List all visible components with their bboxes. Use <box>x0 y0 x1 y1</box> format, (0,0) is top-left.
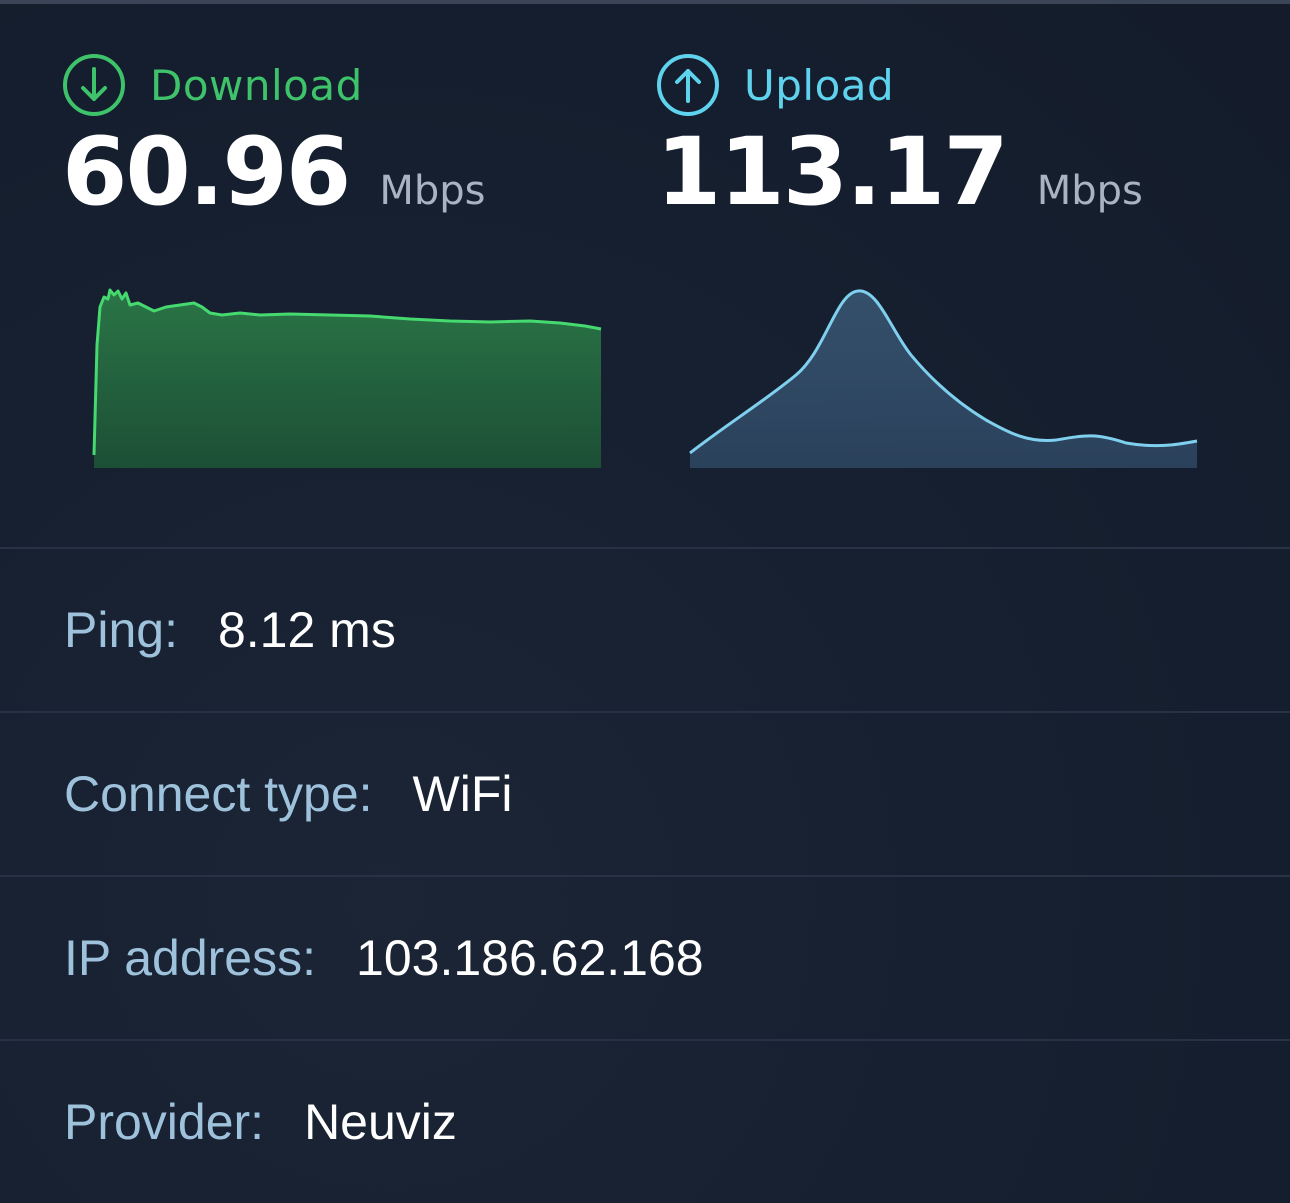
upload-speed-graph <box>689 289 1198 468</box>
upload-arrow-icon <box>656 53 720 117</box>
download-header: Download <box>62 50 622 120</box>
upload-speed-value: 113.17 <box>656 118 1009 227</box>
download-arrow-icon <box>62 53 126 117</box>
upload-value-row: 113.17 Mbps <box>656 126 1216 220</box>
download-speed-graph <box>92 288 602 468</box>
download-value-row: 60.96 Mbps <box>62 126 622 220</box>
upload-speed-unit: Mbps <box>1036 168 1143 214</box>
ping-value: 8.12 ms <box>217 602 396 658</box>
connect-type-row: Connect type: WiFi <box>0 711 1290 875</box>
provider-label: Provider: <box>64 1094 265 1150</box>
upload-label: Upload <box>744 60 895 110</box>
provider-value: Neuviz <box>304 1094 457 1150</box>
ip-address-row: IP address: 103.186.62.168 <box>0 875 1290 1039</box>
connect-type-value: WiFi <box>412 766 513 822</box>
download-speed-unit: Mbps <box>379 168 486 214</box>
ping-row: Ping: 8.12 ms <box>0 547 1290 711</box>
ping-label: Ping: <box>64 602 178 658</box>
upload-metric: Upload 113.17 Mbps <box>656 50 1216 220</box>
provider-row: Provider: Neuviz <box>0 1039 1290 1203</box>
download-metric: Download 60.96 Mbps <box>62 50 622 220</box>
upload-header: Upload <box>656 50 1216 120</box>
ip-address-label: IP address: <box>64 930 317 986</box>
top-border <box>0 0 1290 4</box>
download-speed-value: 60.96 <box>62 118 351 227</box>
ip-address-value: 103.186.62.168 <box>356 930 704 986</box>
connect-type-label: Connect type: <box>64 766 373 822</box>
download-label: Download <box>150 60 363 110</box>
